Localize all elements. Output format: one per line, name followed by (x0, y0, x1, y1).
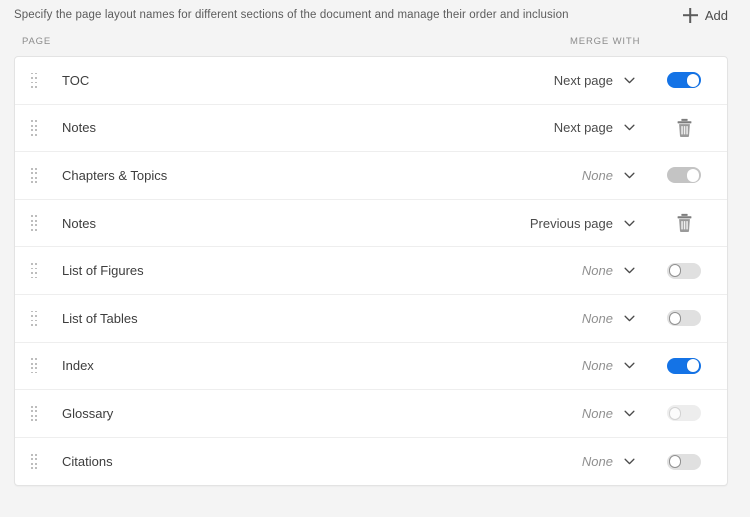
page-layout-name: TOC (62, 72, 90, 88)
drag-handle-icon[interactable] (23, 310, 45, 326)
merge-with-value: None (581, 358, 613, 374)
trash-icon[interactable] (676, 118, 693, 138)
page-layout-name: Notes (62, 215, 96, 231)
row-action-cell (641, 167, 727, 184)
inclusion-toggle[interactable] (667, 262, 701, 279)
page-layout-name: List of Figures (62, 263, 144, 279)
merge-with-dropdown[interactable]: None (441, 168, 641, 183)
row-action-cell (641, 118, 727, 138)
chevron-down-icon (624, 458, 635, 465)
row-action-cell (641, 262, 727, 279)
drag-handle-icon[interactable] (23, 453, 45, 470)
table-row: Glossary None (15, 390, 727, 438)
toggle-knob (668, 311, 682, 325)
inclusion-toggle (667, 405, 701, 422)
drag-handle-icon[interactable] (23, 120, 45, 136)
toggle-knob (668, 264, 682, 278)
page-layout-name: Index (62, 358, 94, 374)
table-row: List of Figures None (15, 247, 727, 295)
merge-with-dropdown[interactable]: None (441, 358, 641, 373)
table-row: Notes Previous page (15, 200, 727, 248)
toggle-knob (686, 359, 700, 373)
merge-with-value: None (581, 263, 613, 279)
merge-with-dropdown[interactable]: None (441, 454, 641, 469)
page-layout-name: Glossary (62, 405, 114, 421)
table-row: List of Tables None (15, 295, 727, 343)
inclusion-toggle[interactable] (667, 453, 701, 470)
toggle-knob (686, 169, 700, 182)
page-layout-name: Notes (62, 120, 96, 136)
plus-icon (683, 8, 698, 23)
chevron-down-icon (624, 362, 635, 369)
chevron-down-icon (624, 124, 635, 131)
page-layout-name: Citations (62, 454, 113, 470)
add-button[interactable]: Add (681, 6, 730, 25)
panel-header: Specify the page layout names for differ… (0, 0, 750, 30)
chevron-down-icon (624, 172, 635, 179)
table-row: TOC Next page (15, 57, 727, 105)
row-action-cell (641, 405, 727, 422)
toggle-knob (686, 73, 700, 87)
merge-with-value: Next page (553, 120, 613, 136)
page-layouts-table: TOC Next page Notes Next page Chapters & Top… (14, 56, 728, 487)
inclusion-toggle (667, 167, 701, 184)
toggle-knob (668, 407, 682, 420)
merge-with-dropdown[interactable]: Next page (441, 120, 641, 135)
merge-with-dropdown[interactable]: Next page (441, 73, 641, 88)
merge-with-value: None (581, 454, 613, 470)
table-row: Notes Next page (15, 105, 727, 153)
drag-handle-icon[interactable] (23, 72, 45, 88)
row-action-cell (641, 213, 727, 233)
merge-with-value: Previous page (529, 215, 613, 231)
merge-with-dropdown[interactable]: Previous page (441, 216, 641, 231)
row-action-cell (641, 453, 727, 470)
table-row: Chapters & Topics None (15, 152, 727, 200)
chevron-down-icon (624, 77, 635, 84)
table-column-headers: PAGE MERGE WITH (0, 30, 750, 56)
merge-with-dropdown[interactable]: None (441, 311, 641, 326)
drag-handle-icon[interactable] (23, 167, 45, 184)
merge-with-value: None (581, 310, 613, 326)
inclusion-toggle[interactable] (667, 357, 701, 374)
drag-handle-icon[interactable] (23, 263, 45, 279)
merge-with-dropdown[interactable]: None (441, 406, 641, 421)
trash-icon[interactable] (676, 213, 693, 233)
page-layouts-panel: Specify the page layout names for differ… (0, 0, 750, 517)
chevron-down-icon (624, 410, 635, 417)
merge-with-value: None (581, 167, 613, 183)
chevron-down-icon (624, 220, 635, 226)
drag-handle-icon[interactable] (23, 358, 45, 374)
inclusion-toggle[interactable] (667, 72, 701, 89)
chevron-down-icon (624, 315, 635, 322)
chevron-down-icon (624, 267, 635, 274)
column-header-page: PAGE (22, 36, 52, 47)
row-action-cell (641, 72, 727, 89)
column-header-merge-with: MERGE WITH (570, 36, 641, 47)
panel-description: Specify the page layout names for differ… (14, 9, 569, 21)
drag-handle-icon[interactable] (23, 405, 45, 422)
inclusion-toggle[interactable] (667, 310, 701, 327)
table-row: Citations None (15, 438, 727, 486)
row-action-cell (641, 310, 727, 327)
table-row: Index None (15, 343, 727, 391)
add-button-label: Add (704, 7, 728, 23)
drag-handle-icon[interactable] (23, 215, 45, 231)
toggle-knob (668, 455, 682, 468)
row-action-cell (641, 357, 727, 374)
page-layout-name: Chapters & Topics (62, 167, 168, 183)
merge-with-dropdown[interactable]: None (441, 263, 641, 278)
page-layout-name: List of Tables (62, 310, 138, 326)
merge-with-value: None (581, 405, 613, 421)
merge-with-value: Next page (553, 72, 613, 88)
